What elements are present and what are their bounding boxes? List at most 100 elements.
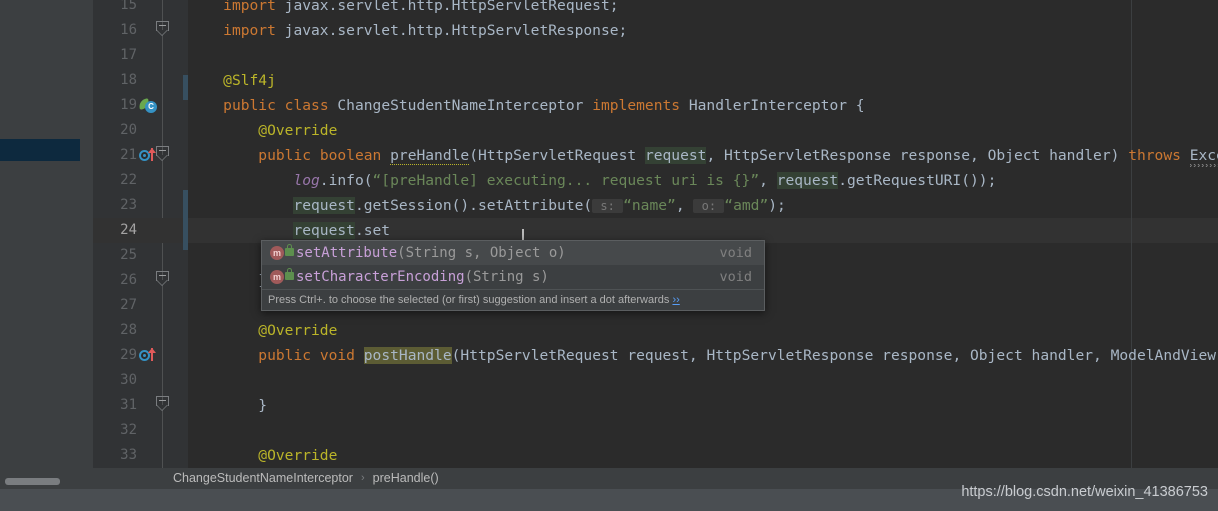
completion-item-icons: m <box>262 241 296 265</box>
code-token: “amd” <box>724 197 769 214</box>
spring-bean-icon[interactable]: C <box>138 97 157 115</box>
code-token: @Slf4j <box>223 72 276 89</box>
editor-error-stripe[interactable] <box>80 0 172 468</box>
line-number: 32 <box>120 422 137 438</box>
left-tool-window[interactable] <box>0 0 93 487</box>
fold-marker-import[interactable] <box>156 21 169 38</box>
completion-item-name: setAttribute <box>296 245 398 261</box>
code-token: “name” <box>623 197 676 214</box>
line-number: 19 <box>120 97 137 113</box>
public-lock-icon <box>285 244 294 256</box>
code-token: o: <box>693 199 725 213</box>
code-token: import <box>223 0 276 14</box>
completion-list[interactable]: m setAttribute(String s, Object o) void m se… <box>262 241 764 289</box>
breadcrumb-separator-icon: › <box>360 472 365 484</box>
code-line[interactable]: public boolean preHandle(HttpServletRequ… <box>188 143 1218 168</box>
line-number: 24 <box>120 222 137 238</box>
public-lock-icon <box>285 268 294 280</box>
code-token: ChangeStudentNameInterceptor <box>328 97 593 114</box>
line-number: 20 <box>120 122 137 138</box>
code-line[interactable]: import javax.servlet.http.HttpServletReq… <box>188 0 618 18</box>
code-token: public <box>223 97 276 114</box>
code-token: javax.servlet.http.HttpServletResponse; <box>275 22 628 39</box>
breadcrumb-method[interactable]: preHandle() <box>373 471 439 485</box>
code-line[interactable]: @Slf4j <box>188 68 276 93</box>
code-token: @Override <box>258 322 338 339</box>
code-token: , HttpServletResponse response, Object h… <box>706 147 1129 164</box>
code-token: throws <box>1128 147 1181 164</box>
completion-item-return-type: void <box>719 269 752 285</box>
completion-hint-link[interactable]: ›› <box>672 294 679 306</box>
fold-marker-posthandle-end[interactable] <box>156 396 169 413</box>
code-token: import <box>223 22 276 39</box>
code-editor[interactable]: 15 16 17 18 19 20 21 22 23 24 25 26 27 28 29 30 31 32 33 C… <box>93 0 1218 468</box>
override-method-icon[interactable] <box>139 347 157 365</box>
completion-item-return-type: void <box>719 245 752 261</box>
line-number: 22 <box>120 172 137 188</box>
code-token: .getSession().setAttribute( <box>354 197 593 214</box>
fold-marker-prehandle-end[interactable] <box>156 271 169 288</box>
code-line[interactable]: public class ChangeStudentNameIntercepto… <box>188 93 865 118</box>
code-line[interactable]: log.info(“[preHandle] executing... reque… <box>188 168 996 193</box>
code-line[interactable]: request.getSession().setAttribute( s: “n… <box>188 193 786 219</box>
code-token: } <box>188 272 268 289</box>
code-token: ); <box>768 197 786 214</box>
code-line[interactable]: @Override <box>188 318 337 343</box>
code-line[interactable]: } <box>188 268 267 293</box>
line-number: 17 <box>120 47 137 63</box>
code-token: s: <box>592 199 624 213</box>
code-token: @Override <box>258 447 338 464</box>
completion-hint-text: Press Ctrl+. to choose the selected (or … <box>268 294 670 306</box>
code-line[interactable]: public void postHandle(HttpServletReques… <box>188 343 1218 368</box>
code-token: HandlerInterceptor { <box>680 97 865 114</box>
line-number: 23 <box>120 197 137 213</box>
code-line[interactable]: @Override <box>188 443 337 468</box>
line-number: 15 <box>120 0 137 13</box>
code-token: boolean <box>319 147 382 164</box>
code-token: log <box>293 172 320 189</box>
code-text-area[interactable]: import javax.servlet.http.HttpServletReq… <box>188 0 1218 468</box>
code-token: postHandle <box>363 347 452 364</box>
line-number: 16 <box>120 22 137 38</box>
breadcrumb-class[interactable]: ChangeStudentNameInterceptor <box>173 471 353 485</box>
code-token: preHandle <box>390 147 470 165</box>
code-token: (HttpServletRequest request, HttpServlet… <box>451 347 1217 364</box>
code-token: request <box>776 172 839 189</box>
completion-item[interactable]: m setCharacterEncoding(String s) void <box>262 265 764 289</box>
code-line[interactable]: import javax.servlet.http.HttpServletRes… <box>188 18 627 43</box>
code-token: void <box>319 347 355 364</box>
line-number: 18 <box>120 72 137 88</box>
override-method-icon[interactable] <box>139 147 157 165</box>
completion-item-icons: m <box>262 265 296 289</box>
left-panel-selected-row[interactable] <box>0 139 92 161</box>
method-icon: m <box>270 270 284 284</box>
fold-marker-prehandle[interactable] <box>156 146 169 163</box>
left-panel-hscroll-thumb[interactable] <box>5 478 60 485</box>
code-completion-popup[interactable]: m setAttribute(String s, Object o) void m se… <box>261 240 765 311</box>
line-number: 27 <box>120 297 137 313</box>
code-token: .info( <box>319 172 373 189</box>
code-line[interactable]: @Override <box>188 118 337 143</box>
completion-item[interactable]: m setAttribute(String s, Object o) void <box>262 241 764 265</box>
code-token: implements <box>592 97 681 114</box>
code-token: (HttpServletRequest <box>469 147 645 164</box>
code-line[interactable]: } <box>188 393 267 418</box>
code-token: class <box>284 97 329 114</box>
code-token: request <box>644 147 707 164</box>
watermark-url: https://blog.csdn.net/weixin_41386753 <box>961 484 1208 500</box>
override-arrow-icon <box>148 348 156 361</box>
